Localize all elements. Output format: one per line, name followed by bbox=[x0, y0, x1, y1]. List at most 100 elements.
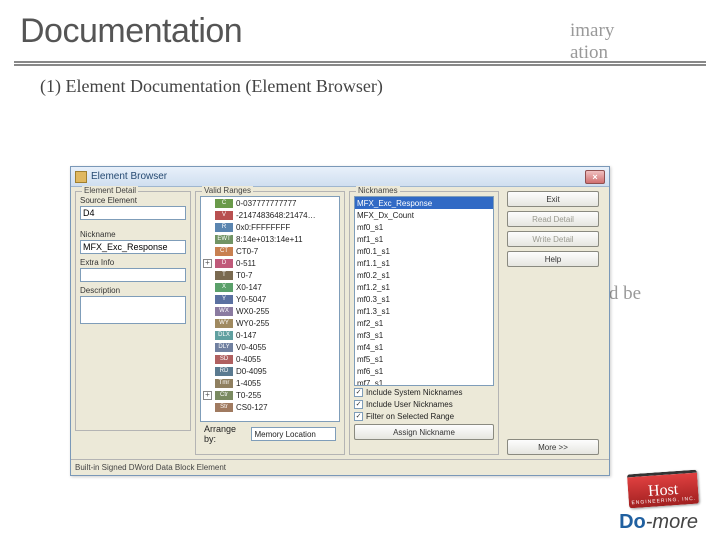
include-user-nicknames[interactable]: ✓ Include User Nicknames bbox=[354, 398, 494, 410]
type-tag: CT bbox=[215, 247, 233, 256]
description-input[interactable] bbox=[80, 296, 186, 324]
nicknames-panel: Nicknames MFX_Exc_ResponseMFX_Dx_Countmf… bbox=[349, 191, 499, 455]
range-row[interactable]: −V-2147483648:21474… bbox=[201, 209, 339, 221]
read-detail-button[interactable]: Read Detail bbox=[507, 211, 599, 227]
range-row[interactable]: −DLX0-147 bbox=[201, 329, 339, 341]
close-icon: × bbox=[592, 172, 597, 182]
type-tag: R bbox=[215, 223, 233, 232]
nickname-row[interactable]: mf1.2_s1 bbox=[355, 281, 493, 293]
checkbox-label: Include System Nicknames bbox=[366, 388, 462, 397]
range-text: 0x0:FFFFFFFF bbox=[236, 223, 290, 232]
nickname-row[interactable]: mf1.1_s1 bbox=[355, 257, 493, 269]
arrange-by-select[interactable]: Memory Location bbox=[251, 427, 336, 441]
range-row[interactable]: −R0x0:FFFFFFFF bbox=[201, 221, 339, 233]
nickname-row[interactable]: mf1_s1 bbox=[355, 233, 493, 245]
range-row[interactable]: −SD0-4055 bbox=[201, 353, 339, 365]
element-detail-panel: Element Detail Source Element D4 Nicknam… bbox=[75, 191, 191, 455]
range-text: 8:14e+013:14e+11 bbox=[236, 235, 303, 244]
nickname-row[interactable]: MFX_Dx_Count bbox=[355, 209, 493, 221]
checkbox-label: Filter on Selected Range bbox=[366, 412, 454, 421]
arrange-by-value: Memory Location bbox=[254, 430, 315, 439]
nickname-row[interactable]: mf1.3_s1 bbox=[355, 305, 493, 317]
range-text: X0-147 bbox=[236, 283, 262, 292]
range-row[interactable]: −EWT8:14e+013:14e+11 bbox=[201, 233, 339, 245]
type-tag: EWT bbox=[215, 235, 233, 244]
check-icon: ✓ bbox=[354, 388, 363, 397]
type-tag: WY bbox=[215, 319, 233, 328]
arrange-by-label: Arrange by: bbox=[204, 424, 247, 444]
slide-heading: (1) Element Documentation (Element Brows… bbox=[40, 76, 680, 97]
range-row[interactable]: −WYWY0-255 bbox=[201, 317, 339, 329]
range-row[interactable]: −DLYV0-4055 bbox=[201, 341, 339, 353]
nickname-row[interactable]: mf2_s1 bbox=[355, 317, 493, 329]
source-element-input[interactable]: D4 bbox=[80, 206, 186, 220]
range-text: WX0-255 bbox=[236, 307, 269, 316]
do-more-rest: -more bbox=[646, 511, 698, 533]
filter-on-selected-range[interactable]: ✓ Filter on Selected Range bbox=[354, 410, 494, 422]
range-text: 0-511 bbox=[236, 259, 256, 268]
nickname-row[interactable]: mf3_s1 bbox=[355, 329, 493, 341]
range-row[interactable]: −TT0-7 bbox=[201, 269, 339, 281]
range-text: T0-7 bbox=[236, 271, 252, 280]
type-tag: DLY bbox=[215, 343, 233, 352]
range-row[interactable]: −XX0-147 bbox=[201, 281, 339, 293]
type-tag: Ctr bbox=[215, 391, 233, 400]
valid-ranges-group: Valid Ranges −C0-037777777777−V-21474836… bbox=[195, 191, 345, 455]
group-label: Nicknames bbox=[356, 186, 400, 195]
valid-ranges-list[interactable]: −C0-037777777777−V-2147483648:21474…−R0x… bbox=[200, 196, 340, 422]
range-text: CS0-127 bbox=[236, 403, 268, 412]
type-tag: D bbox=[215, 259, 233, 268]
type-tag: T bbox=[215, 271, 233, 280]
range-row[interactable]: +D0-511 bbox=[201, 257, 339, 269]
range-text: WY0-255 bbox=[236, 319, 269, 328]
valid-ranges-panel: Valid Ranges −C0-037777777777−V-21474836… bbox=[195, 191, 345, 455]
range-text: CT0-7 bbox=[236, 247, 258, 256]
range-row[interactable]: −C0-037777777777 bbox=[201, 197, 339, 209]
range-row[interactable]: +CtrT0-255 bbox=[201, 389, 339, 401]
nicknames-list[interactable]: MFX_Exc_ResponseMFX_Dx_Countmf0_s1mf1_s1… bbox=[354, 196, 494, 386]
nickname-row[interactable]: mf6_s1 bbox=[355, 365, 493, 377]
range-row[interactable]: −WXWX0-255 bbox=[201, 305, 339, 317]
statusbar: Built-in Signed DWord Data Block Element bbox=[71, 459, 609, 475]
nickname-row[interactable]: mf0.1_s1 bbox=[355, 245, 493, 257]
range-row[interactable]: −Tmr1-4055 bbox=[201, 377, 339, 389]
range-row[interactable]: −CTCT0-7 bbox=[201, 245, 339, 257]
nickname-row[interactable]: mf7_s1 bbox=[355, 377, 493, 386]
type-tag: C bbox=[215, 199, 233, 208]
nickname-row-selected[interactable]: MFX_Exc_Response bbox=[355, 197, 493, 209]
window-title: Element Browser bbox=[91, 171, 585, 182]
range-text: 0-037777777777 bbox=[236, 199, 297, 208]
expand-icon[interactable]: + bbox=[203, 259, 212, 268]
range-text: 1-4055 bbox=[236, 379, 261, 388]
nickname-row[interactable]: mf0.3_s1 bbox=[355, 293, 493, 305]
check-icon: ✓ bbox=[354, 412, 363, 421]
nickname-row[interactable]: mf5_s1 bbox=[355, 353, 493, 365]
help-button[interactable]: Help bbox=[507, 251, 599, 267]
range-row[interactable]: −StrCS0-127 bbox=[201, 401, 339, 413]
type-tag: RD bbox=[215, 367, 233, 376]
write-detail-button[interactable]: Write Detail bbox=[507, 231, 599, 247]
type-tag: X bbox=[215, 283, 233, 292]
range-row[interactable]: −YY0-5047 bbox=[201, 293, 339, 305]
nickname-row[interactable]: mf0_s1 bbox=[355, 221, 493, 233]
assign-nickname-button[interactable]: Assign Nickname bbox=[354, 424, 494, 440]
type-tag: Y bbox=[215, 295, 233, 304]
more-button[interactable]: More >> bbox=[507, 439, 599, 455]
nicknames-group: Nicknames MFX_Exc_ResponseMFX_Dx_Countmf… bbox=[349, 191, 499, 455]
close-button[interactable]: × bbox=[585, 170, 605, 184]
extra-info-input[interactable] bbox=[80, 268, 186, 282]
do-more-do: Do bbox=[619, 511, 646, 533]
nickname-input[interactable]: MFX_Exc_Response bbox=[80, 240, 186, 254]
range-row[interactable]: −RDD0-4095 bbox=[201, 365, 339, 377]
range-text: T0-255 bbox=[236, 391, 261, 400]
titlebar[interactable]: Element Browser × bbox=[71, 167, 609, 187]
checkbox-label: Include User Nicknames bbox=[366, 400, 453, 409]
exit-button[interactable]: Exit bbox=[507, 191, 599, 207]
nickname-row[interactable]: mf4_s1 bbox=[355, 341, 493, 353]
type-tag: Tmr bbox=[215, 379, 233, 388]
include-system-nicknames[interactable]: ✓ Include System Nicknames bbox=[354, 386, 494, 398]
expand-icon[interactable]: + bbox=[203, 391, 212, 400]
nickname-row[interactable]: mf0.2_s1 bbox=[355, 269, 493, 281]
slide-body: (1) Element Documentation (Element Brows… bbox=[0, 66, 720, 97]
group-label: Valid Ranges bbox=[202, 186, 253, 195]
